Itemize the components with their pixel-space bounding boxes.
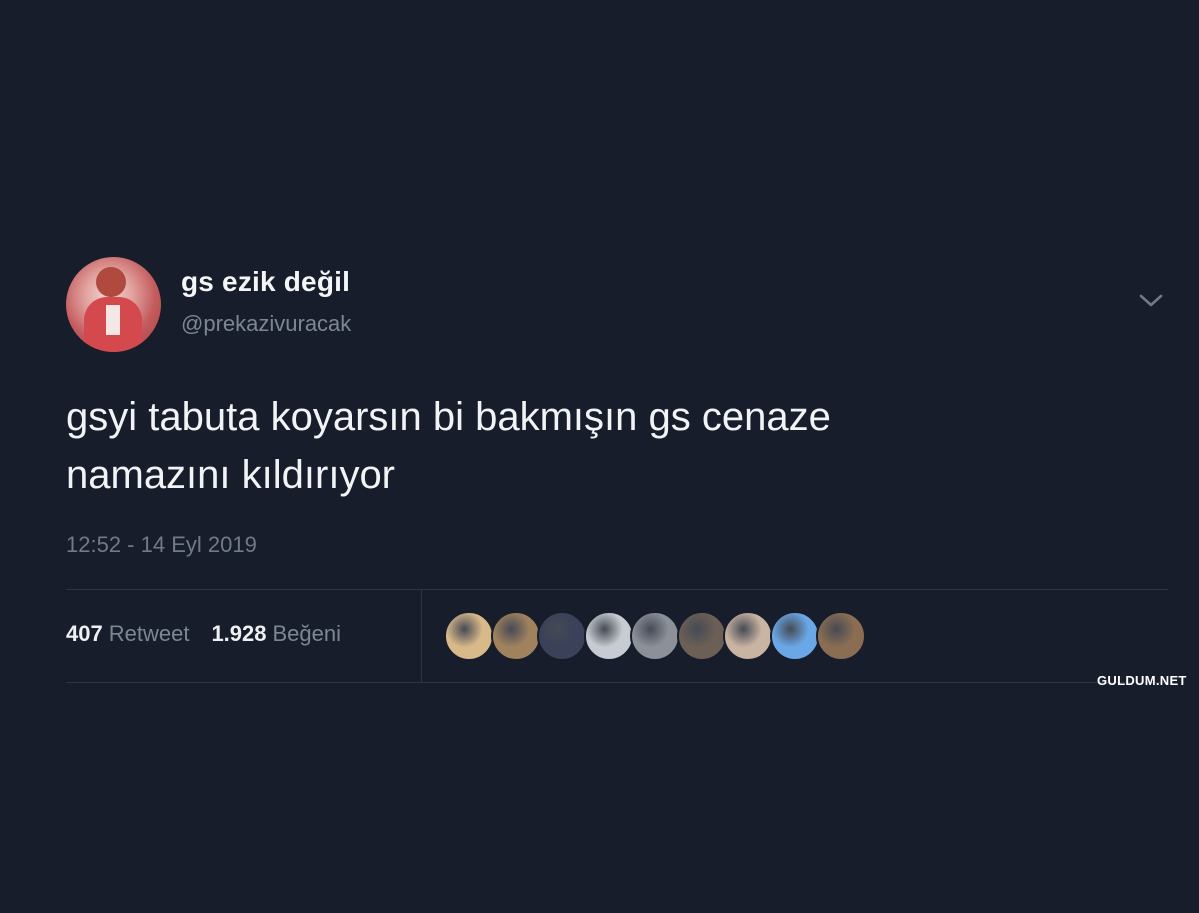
display-name[interactable]: gs ezik değil (181, 266, 350, 298)
divider (66, 682, 1168, 683)
likes-label: Beğeni (272, 621, 342, 646)
tweet-text: gsyi tabuta koyarsın bi bakmışın gs cena… (66, 395, 831, 497)
liker-avatar[interactable] (444, 611, 494, 661)
user-handle[interactable]: @prekazivuracak (181, 311, 351, 337)
retweets-stat[interactable]: 407 Retweet (66, 621, 189, 647)
divider (66, 589, 1168, 590)
tweet-stats: 407 Retweet 1.928 Beğeni (66, 621, 363, 647)
likes-count: 1.928 (211, 621, 267, 646)
liker-avatar[interactable] (630, 611, 680, 661)
liker-avatar[interactable] (490, 611, 541, 661)
liker-avatar[interactable] (676, 611, 727, 661)
user-avatar[interactable] (66, 257, 161, 352)
watermark: GULDUM.NET (1097, 673, 1187, 688)
liker-avatars (444, 611, 866, 661)
tweet-page: gs ezik değil @prekazivuracak gsyi tabut… (0, 0, 1199, 913)
liker-avatar[interactable] (583, 611, 634, 661)
retweets-label: Retweet (108, 621, 190, 646)
stats-separator (421, 590, 422, 682)
likes-stat[interactable]: 1.928 Beğeni (211, 621, 341, 647)
liker-avatar[interactable] (769, 611, 820, 661)
liker-avatar[interactable] (537, 611, 587, 661)
liker-avatar[interactable] (816, 611, 866, 661)
retweets-count: 407 (66, 621, 103, 646)
liker-avatar[interactable] (723, 611, 773, 661)
chevron-down-icon[interactable] (1137, 290, 1165, 310)
tweet-timestamp[interactable]: 12:52 - 14 Eyl 2019 (66, 532, 257, 558)
